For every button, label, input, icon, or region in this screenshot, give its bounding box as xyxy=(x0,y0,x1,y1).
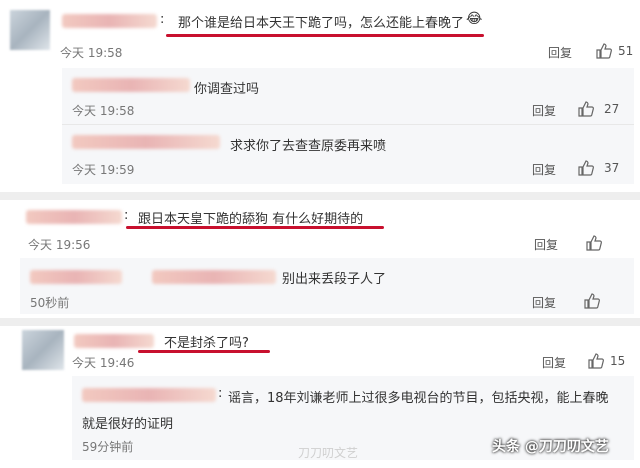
comment-text: 跟日本天皇下跪的舔狗 有什么好期待的 xyxy=(138,212,364,227)
card-divider xyxy=(0,192,640,200)
username[interactable] xyxy=(62,14,157,28)
reply-time: 59分钟前 xyxy=(82,440,134,454)
comment-time: 今天 19:56 xyxy=(28,238,91,252)
reply-item: 你调查过吗 今天 19:58 回复 27 xyxy=(62,68,634,125)
reply-button[interactable]: 回复 xyxy=(532,294,556,311)
like-thumb-icon[interactable] xyxy=(578,101,594,117)
reply-username[interactable] xyxy=(30,270,122,284)
reply-button[interactable]: 回复 xyxy=(534,236,558,253)
comment-card: : 那个谁是给日本天王下跪了吗，怎么还能上春晚了 😂 今天 19:58 回复 5… xyxy=(0,0,640,193)
reply-text: 你调查过吗 xyxy=(194,82,260,97)
like-thumb-icon[interactable] xyxy=(596,43,612,59)
like-thumb-icon[interactable] xyxy=(588,353,604,369)
reply-username[interactable] xyxy=(152,270,276,284)
reply-text: 谣言，18年刘谦老师上过很多电视台的节目，包括央视，能上春晚就是很好的证明 xyxy=(82,391,609,432)
brand-logo: 头条 @刀刀叨文艺 xyxy=(492,439,609,455)
highlight-underline xyxy=(126,226,384,229)
reply-list: 你调查过吗 今天 19:58 回复 27 求求你了去查查原委再来喷 今天 19:… xyxy=(62,68,634,184)
username[interactable] xyxy=(26,210,122,224)
reply-button[interactable]: 回复 xyxy=(542,354,566,371)
comment-colon: : xyxy=(160,12,165,27)
username[interactable] xyxy=(74,334,154,348)
reply-username[interactable] xyxy=(72,135,220,149)
like-count: 37 xyxy=(604,161,620,175)
laugh-emoji-icon: 😂 xyxy=(466,11,483,27)
like-thumb-icon[interactable] xyxy=(584,293,600,309)
comment-text: 那个谁是给日本天王下跪了吗，怎么还能上春晚了 xyxy=(178,16,465,31)
comment-colon: : xyxy=(124,208,129,223)
reply-button[interactable]: 回复 xyxy=(548,44,572,61)
reply-item: 求求你了去查查原委再来喷 今天 19:59 回复 37 xyxy=(62,125,634,183)
highlight-underline xyxy=(166,34,484,37)
like-thumb-icon[interactable] xyxy=(586,235,602,251)
avatar[interactable] xyxy=(10,10,50,50)
reply-list: 别出来丢段子人了 50秒前 回复 xyxy=(20,258,634,314)
like-count: 15 xyxy=(610,354,626,368)
comment-time: 今天 19:58 xyxy=(60,46,123,60)
reply-button[interactable]: 回复 xyxy=(532,161,556,178)
reply-button[interactable]: 回复 xyxy=(532,102,556,119)
highlight-underline xyxy=(138,350,270,353)
comment-card: : 跟日本天皇下跪的舔狗 有什么好期待的 今天 19:56 回复 别出来丢段子人… xyxy=(0,200,640,319)
comment-time: 今天 19:46 xyxy=(72,356,135,370)
watermark: 刀刀叨文艺 xyxy=(298,446,359,460)
reply-time: 50秒前 xyxy=(30,296,70,310)
avatar[interactable] xyxy=(22,330,64,370)
reply-time: 今天 19:59 xyxy=(72,163,135,177)
reply-text: 求求你了去查查原委再来喷 xyxy=(230,139,387,154)
reply-time: 今天 19:58 xyxy=(72,104,135,118)
reply-item: 别出来丢段子人了 50秒前 回复 xyxy=(20,258,634,314)
like-count: 27 xyxy=(604,102,620,116)
comment-text: 不是封杀了吗? xyxy=(164,336,249,351)
like-thumb-icon[interactable] xyxy=(578,160,594,176)
reply-username[interactable] xyxy=(72,78,190,92)
card-divider xyxy=(0,318,640,326)
reply-text: 别出来丢段子人了 xyxy=(282,272,387,287)
like-count: 51 xyxy=(618,44,634,58)
